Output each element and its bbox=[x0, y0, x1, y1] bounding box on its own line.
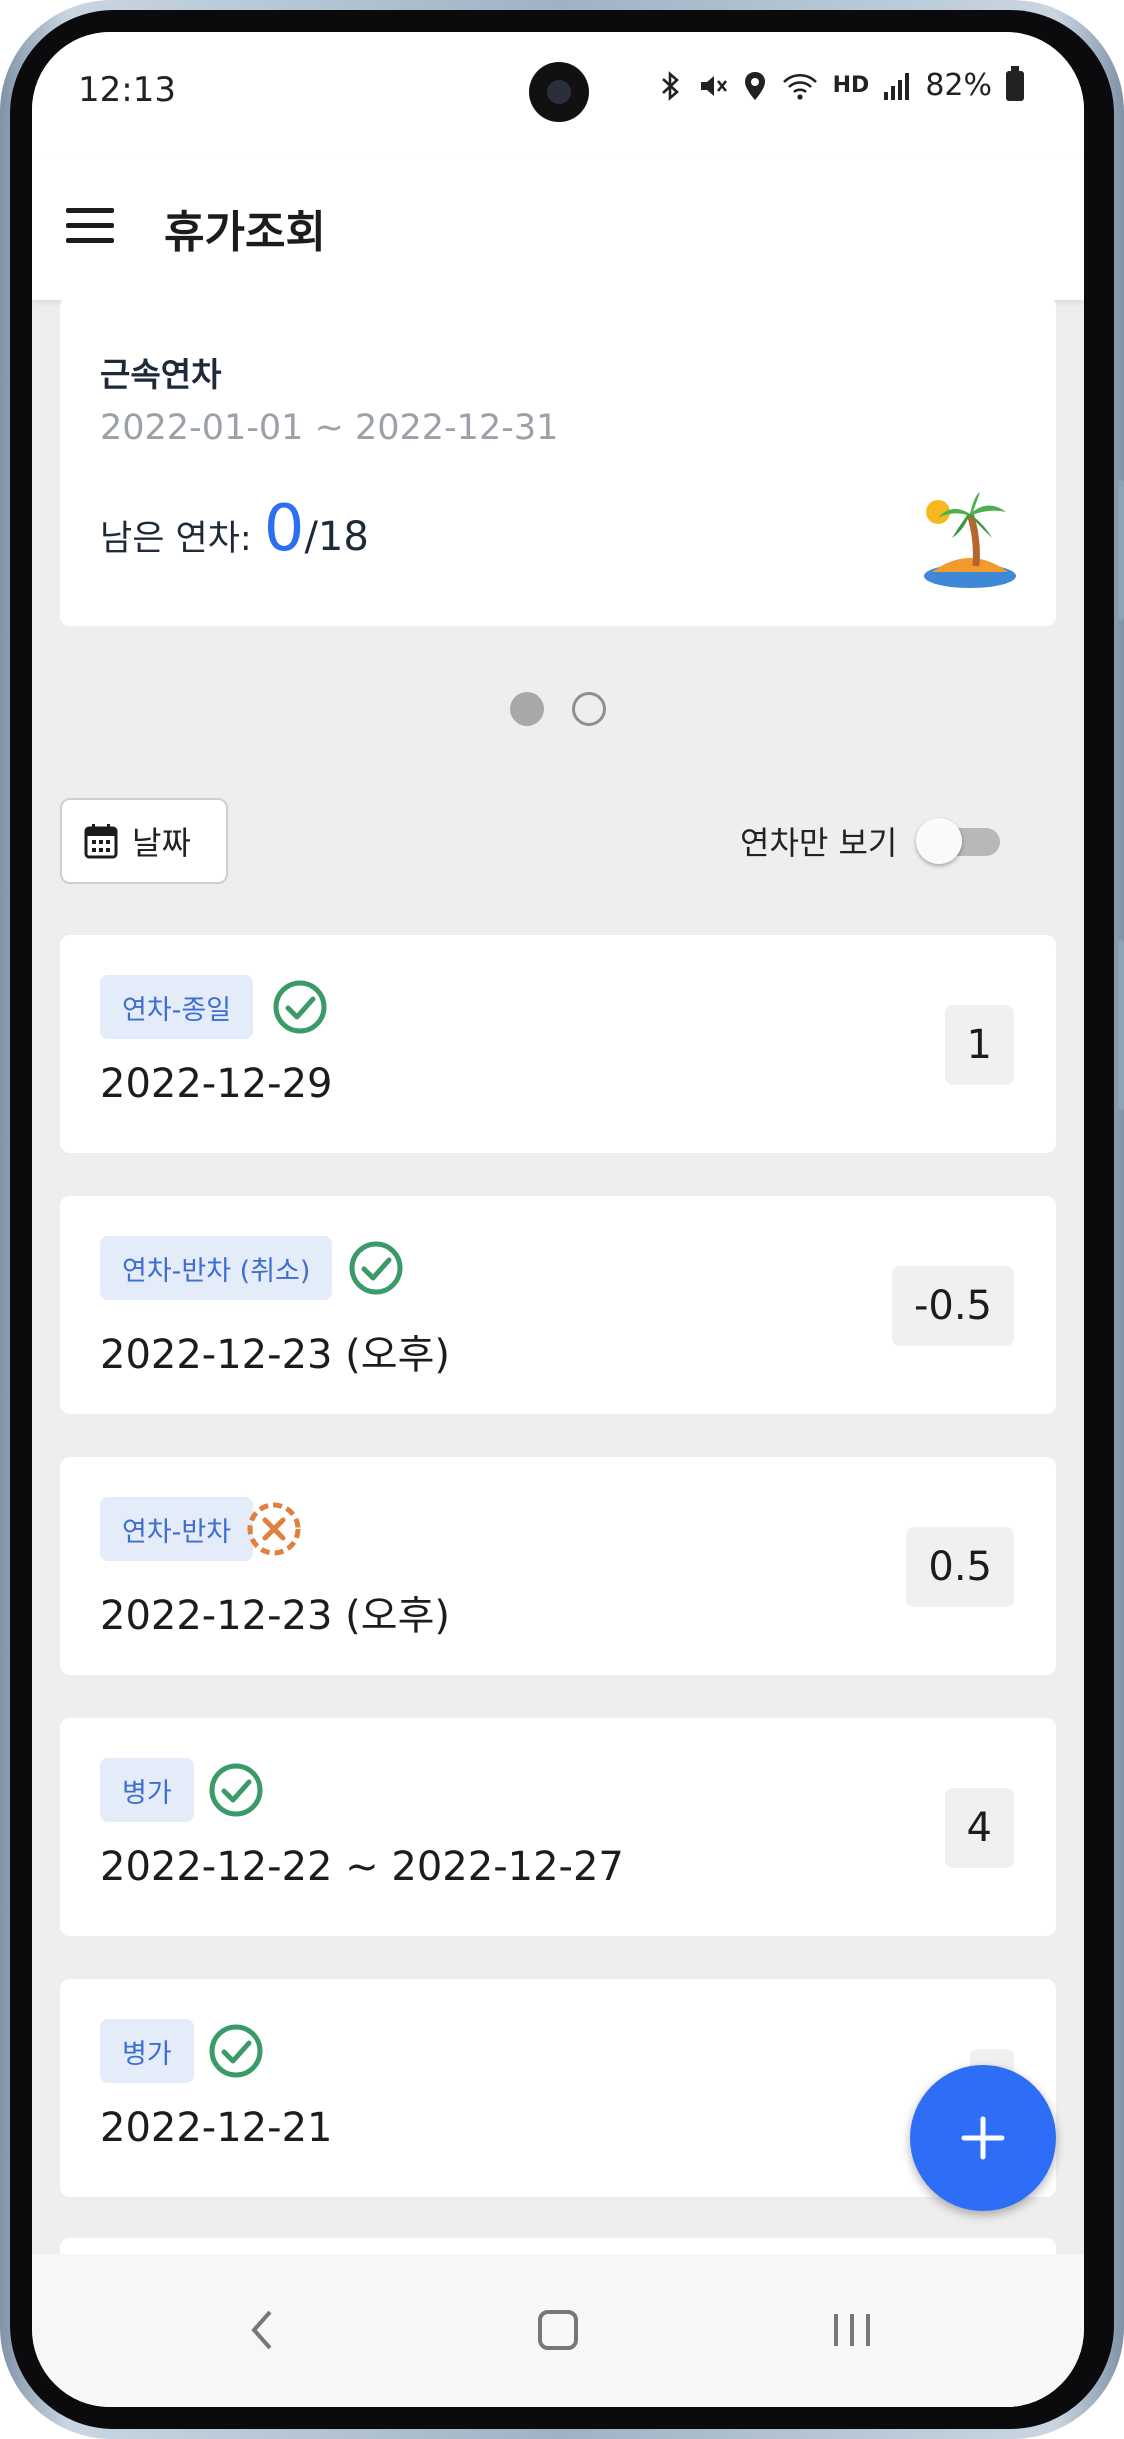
leave-type-tag: 연차-반차 bbox=[100, 1497, 254, 1561]
system-nav-bar bbox=[32, 2254, 1084, 2407]
desert-island-icon bbox=[924, 492, 1016, 588]
status-bar: 12:13 HD 82% bbox=[32, 32, 1084, 154]
toggle-thumb bbox=[916, 818, 962, 864]
leave-list-item[interactable]: 연차-종일 2022-12-29 1 bbox=[60, 935, 1056, 1153]
remaining-value: 0 bbox=[263, 492, 305, 566]
leave-list-item[interactable]: 병가 2022-12-22 ~ 2022-12-27 4 bbox=[60, 1718, 1056, 1936]
volume-button bbox=[1118, 480, 1124, 620]
leave-date: 2022-12-23 (오후) bbox=[100, 1332, 450, 1378]
check-circle-icon bbox=[209, 1763, 263, 1817]
pager-dot-active[interactable] bbox=[510, 692, 544, 726]
hd-voice-badge: HD bbox=[832, 73, 870, 98]
leave-day-count: 4 bbox=[944, 1788, 1014, 1868]
calendar-icon bbox=[84, 824, 118, 859]
card-pager bbox=[510, 692, 606, 726]
leave-list-item[interactable]: 연차-반차 (취소) 2022-12-23 (오후) -0.5 bbox=[60, 1196, 1056, 1414]
leave-type-tag: 병가 bbox=[100, 2019, 194, 2083]
leave-date: 2022-12-29 bbox=[100, 1061, 333, 1107]
remaining-leave: 남은 연차: 0 /18 bbox=[100, 492, 369, 566]
wifi-icon bbox=[782, 73, 817, 100]
leave-list-item[interactable]: 병가 2022-12-21 bbox=[60, 1979, 1056, 2197]
power-button bbox=[1118, 940, 1124, 1110]
back-icon[interactable] bbox=[234, 2300, 294, 2360]
battery-percent: 82% bbox=[925, 68, 992, 103]
leave-date: 2022-12-22 ~ 2022-12-27 bbox=[100, 1844, 624, 1890]
leave-date: 2022-12-23 (오후) bbox=[100, 1593, 450, 1639]
leave-day-count: -0.5 bbox=[891, 1266, 1014, 1346]
annual-only-label: 연차만 보기 bbox=[740, 824, 898, 862]
check-circle-icon bbox=[209, 2024, 263, 2078]
bluetooth-icon bbox=[661, 70, 679, 101]
page-title: 휴가조회 bbox=[164, 207, 326, 258]
app-bar: 휴가조회 bbox=[32, 154, 1084, 300]
leave-type-tag: 연차-종일 bbox=[100, 975, 254, 1039]
signal-icon bbox=[884, 72, 910, 100]
leave-day-count: 1 bbox=[944, 1005, 1014, 1085]
leave-type-tag: 병가 bbox=[100, 1758, 194, 1822]
summary-period: 2022-01-01 ~ 2022-12-31 bbox=[100, 408, 559, 448]
leave-type-tag: 연차-반차 (취소) bbox=[100, 1236, 333, 1300]
add-leave-button[interactable] bbox=[910, 2065, 1056, 2211]
cancel-circle-dashed-icon bbox=[247, 1502, 301, 1556]
status-time: 12:13 bbox=[78, 70, 176, 110]
pager-dot[interactable] bbox=[572, 692, 606, 726]
date-filter-button[interactable]: 날짜 bbox=[60, 798, 228, 884]
check-circle-icon bbox=[349, 1241, 403, 1295]
annual-only-toggle[interactable] bbox=[916, 818, 1002, 864]
front-camera bbox=[529, 62, 589, 122]
leave-date: 2022-12-21 bbox=[100, 2105, 333, 2151]
status-icons: HD 82% bbox=[659, 65, 1024, 103]
remaining-total: /18 bbox=[304, 514, 369, 560]
leave-list-item[interactable]: 연차-반차 2022-12-23 (오후) 0.5 bbox=[60, 1457, 1056, 1675]
battery-icon bbox=[1006, 65, 1024, 101]
summary-title: 근속연차 bbox=[100, 355, 222, 394]
location-icon bbox=[744, 71, 765, 100]
hamburger-icon[interactable] bbox=[66, 208, 114, 244]
annual-leave-summary-card[interactable]: 근속연차 2022-01-01 ~ 2022-12-31 남은 연차: 0 /1… bbox=[60, 296, 1056, 626]
date-filter-label: 날짜 bbox=[132, 824, 191, 862]
home-icon[interactable] bbox=[528, 2300, 588, 2360]
check-circle-icon bbox=[273, 980, 327, 1034]
plus-icon bbox=[961, 2116, 1005, 2160]
leave-day-count: 0.5 bbox=[906, 1527, 1014, 1607]
mute-icon bbox=[700, 75, 727, 96]
screen: 12:13 HD 82% 휴가조회 근속연차 2022-01-01 ~ 2022… bbox=[32, 32, 1084, 2407]
recent-apps-icon[interactable] bbox=[822, 2300, 882, 2360]
remaining-label: 남은 연차: bbox=[100, 519, 252, 559]
